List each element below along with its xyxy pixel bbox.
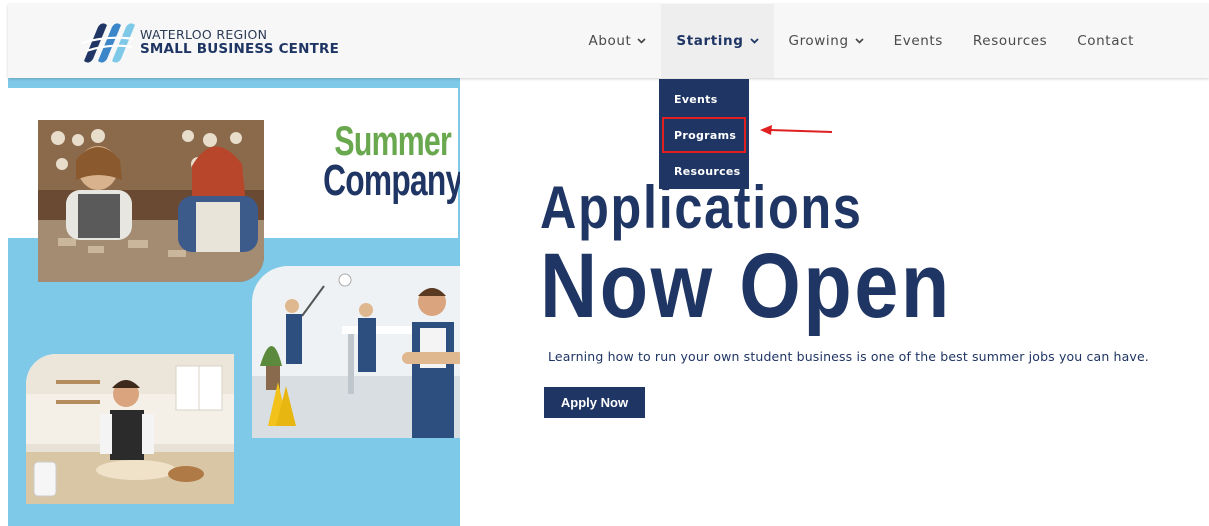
nav-starting[interactable]: Starting bbox=[661, 4, 774, 78]
summer-company-banner: Summer Company bbox=[8, 78, 460, 526]
logo-line-2: SMALL BUSINESS CENTRE bbox=[140, 40, 340, 57]
hero-headline-line-2: Now Open bbox=[540, 235, 952, 337]
logo-line-1: WATERLOO REGION bbox=[140, 26, 268, 42]
page: WATERLOO REGION SMALL BUSINESS CENTRE Ab… bbox=[0, 0, 1209, 526]
hero-headline-line-1: Applications bbox=[540, 174, 863, 241]
nav-resources[interactable]: Resources bbox=[958, 4, 1062, 78]
summer-logo-line-2: Company bbox=[323, 155, 460, 205]
main-nav: About Starting Growing Events Resources … bbox=[573, 4, 1149, 78]
nav-events[interactable]: Events bbox=[879, 4, 958, 78]
nav-contact-label: Contact bbox=[1077, 33, 1134, 49]
dropdown-item-resources[interactable]: Resources bbox=[659, 153, 749, 189]
nav-growing[interactable]: Growing bbox=[774, 4, 879, 78]
nav-about[interactable]: About bbox=[573, 4, 661, 78]
apply-now-button[interactable]: Apply Now bbox=[544, 387, 645, 418]
hero-section: Applications Now Open bbox=[540, 174, 1180, 337]
nav-events-label: Events bbox=[893, 33, 943, 49]
baker-photo bbox=[26, 354, 234, 504]
nav-about-label: About bbox=[588, 33, 632, 49]
chevron-down-icon bbox=[637, 36, 646, 47]
site-logo[interactable]: WATERLOO REGION SMALL BUSINESS CENTRE bbox=[80, 21, 340, 63]
nav-growing-label: Growing bbox=[788, 33, 849, 49]
nav-contact[interactable]: Contact bbox=[1062, 4, 1149, 78]
wsbc-logo-icon bbox=[81, 23, 135, 63]
dropdown-item-programs[interactable]: Programs bbox=[662, 117, 746, 153]
chevron-down-icon bbox=[855, 36, 864, 47]
dropdown-item-events[interactable]: Events bbox=[659, 81, 749, 117]
nav-starting-label: Starting bbox=[676, 33, 744, 49]
cleaning-team-photo bbox=[252, 266, 460, 438]
red-arrow-icon bbox=[760, 125, 833, 135]
nav-resources-label: Resources bbox=[972, 33, 1048, 49]
summer-company-logo: Summer Company bbox=[296, 120, 460, 205]
chevron-down-icon bbox=[749, 36, 759, 47]
hero-subtext: Learning how to run your own student bus… bbox=[548, 349, 1149, 364]
site-header: WATERLOO REGION SMALL BUSINESS CENTRE Ab… bbox=[8, 4, 1209, 78]
pottery-students-photo bbox=[38, 120, 264, 282]
starting-dropdown-menu: Events Programs Resources bbox=[659, 79, 749, 189]
